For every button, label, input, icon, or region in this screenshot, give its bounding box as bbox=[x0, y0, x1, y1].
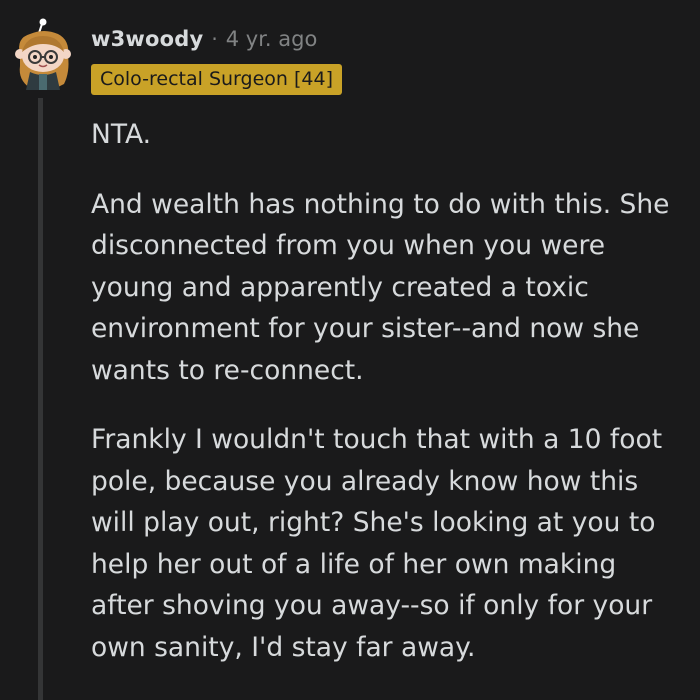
comment-body: NTA. And wealth has nothing to do with t… bbox=[91, 114, 686, 696]
timestamp[interactable]: 4 yr. ago bbox=[226, 27, 318, 51]
comment-paragraph: Frankly I wouldn't touch that with a 10 … bbox=[91, 424, 663, 663]
comment-meta: w3woody · 4 yr. ago bbox=[91, 24, 317, 54]
snoo-avatar-icon bbox=[15, 18, 71, 90]
comment-paragraph: And wealth has nothing to do with this. … bbox=[91, 188, 670, 386]
comment-paragraph: NTA. bbox=[91, 119, 152, 150]
user-flair: Colo-rectal Surgeon [44] bbox=[91, 64, 342, 95]
avatar[interactable] bbox=[6, 14, 80, 90]
meta-separator: · bbox=[211, 27, 218, 51]
username[interactable]: w3woody bbox=[91, 27, 203, 51]
thread-line[interactable] bbox=[38, 98, 43, 700]
